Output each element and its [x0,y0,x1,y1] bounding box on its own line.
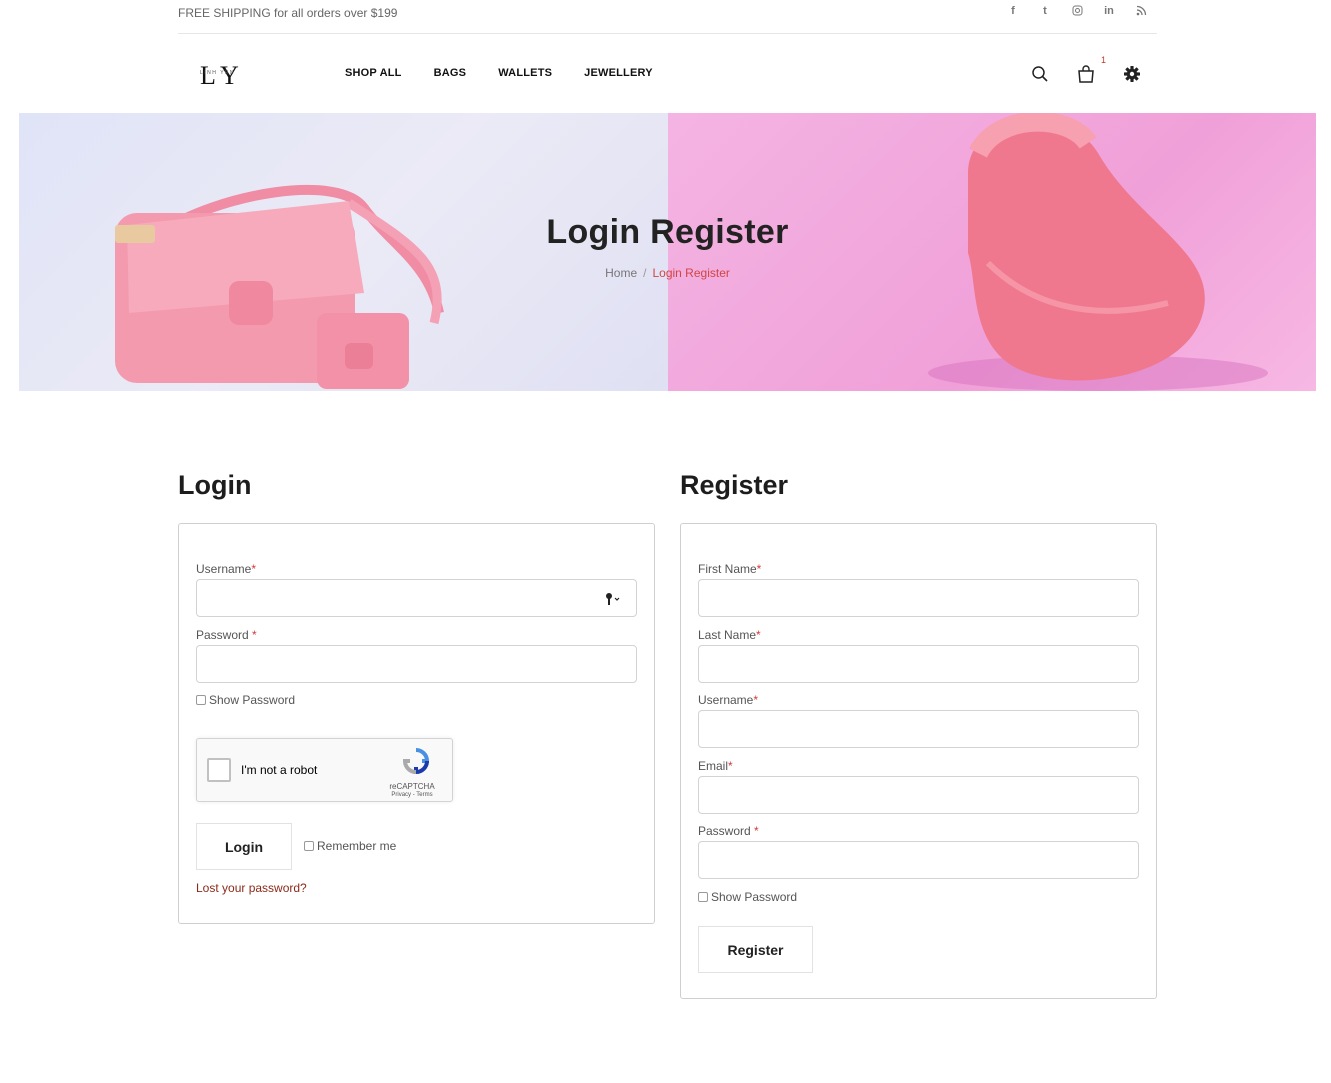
login-username-label: Username* [196,562,257,576]
remember-me-label: Remember me [317,839,397,853]
register-username-input[interactable] [698,710,1139,748]
show-password-checkbox[interactable] [196,695,206,705]
free-shipping-text: FREE SHIPPING for all orders over $199 [178,6,398,20]
site-logo[interactable]: L Y LINH YEN [198,56,250,90]
first-name-label: First Name* [698,562,762,576]
breadcrumb-separator: / [643,266,647,280]
main-header: L Y LINH YEN SHOP ALL BAGS WALLETS JEWEL… [178,34,1157,113]
cart-count-badge: 1 [1101,55,1107,65]
social-links: f t in [997,5,1157,19]
register-heading: Register [680,470,789,500]
pink-hobo-bag-illustration [928,113,1268,391]
recaptcha-widget: I'm not a robot reCAPTCHA Privacy - Term… [196,738,453,802]
hero-image-left [19,113,668,391]
search-icon[interactable] [1029,63,1051,85]
svg-text:LINH YEN: LINH YEN [200,70,235,76]
recaptcha-checkbox[interactable] [207,758,231,782]
recaptcha-brand: reCAPTCHA [389,782,435,791]
instagram-icon[interactable] [1061,5,1093,19]
header-actions: 1 [1027,55,1157,89]
recaptcha-label: I'm not a robot [241,763,318,777]
facebook-icon[interactable]: f [997,5,1029,19]
hero-image-right [668,113,1316,391]
pink-handbag-illustration [115,184,444,389]
recaptcha-terms[interactable]: Privacy - Terms [382,792,442,798]
breadcrumb-home[interactable]: Home [605,266,637,280]
register-show-password-label: Show Password [711,890,798,904]
register-password-input[interactable] [698,841,1139,879]
remember-me[interactable]: Remember me [304,839,396,853]
cart-icon[interactable] [1075,63,1097,85]
password-manager-key-icon[interactable] [604,591,622,607]
linkedin-icon[interactable]: in [1093,5,1125,19]
register-show-password-checkbox[interactable] [698,892,708,902]
nav-bags[interactable]: BAGS [434,67,467,79]
nav-jewellery[interactable]: JEWELLERY [584,67,653,79]
login-heading: Login [178,470,252,500]
register-password-label: Password * [698,824,759,838]
breadcrumb-current: Login Register [652,266,730,280]
last-name-input[interactable] [698,645,1139,683]
nav-shop-all[interactable]: SHOP ALL [345,67,402,79]
email-input[interactable] [698,776,1139,814]
page-title: Login Register [546,213,789,251]
top-bar: FREE SHIPPING for all orders over $199 f… [178,0,1157,34]
remember-me-checkbox[interactable] [304,841,314,851]
settings-gear-icon[interactable] [1121,63,1143,85]
show-password-label: Show Password [209,693,296,707]
recaptcha-logo-icon [402,747,430,775]
last-name-label: Last Name* [698,628,761,642]
login-password-input[interactable] [196,645,637,683]
register-button[interactable]: Register [698,926,813,973]
login-button[interactable]: Login [196,823,292,870]
hero-banner: Login Register Home / Login Register [19,113,1316,391]
nav-wallets[interactable]: WALLETS [498,67,552,79]
twitter-icon[interactable]: t [1029,5,1061,19]
breadcrumb: Home / Login Register [19,266,1316,280]
main-nav: SHOP ALL BAGS WALLETS JEWELLERY [345,67,685,79]
first-name-input[interactable] [698,579,1139,617]
login-password-label: Password * [196,628,257,642]
email-label: Email* [698,759,733,773]
login-show-password[interactable]: Show Password [196,693,295,707]
rss-icon[interactable] [1125,5,1157,19]
lost-password-link[interactable]: Lost your password? [196,881,307,895]
login-username-input[interactable] [196,579,637,617]
register-username-label: Username* [698,693,759,707]
register-show-password[interactable]: Show Password [698,890,797,904]
